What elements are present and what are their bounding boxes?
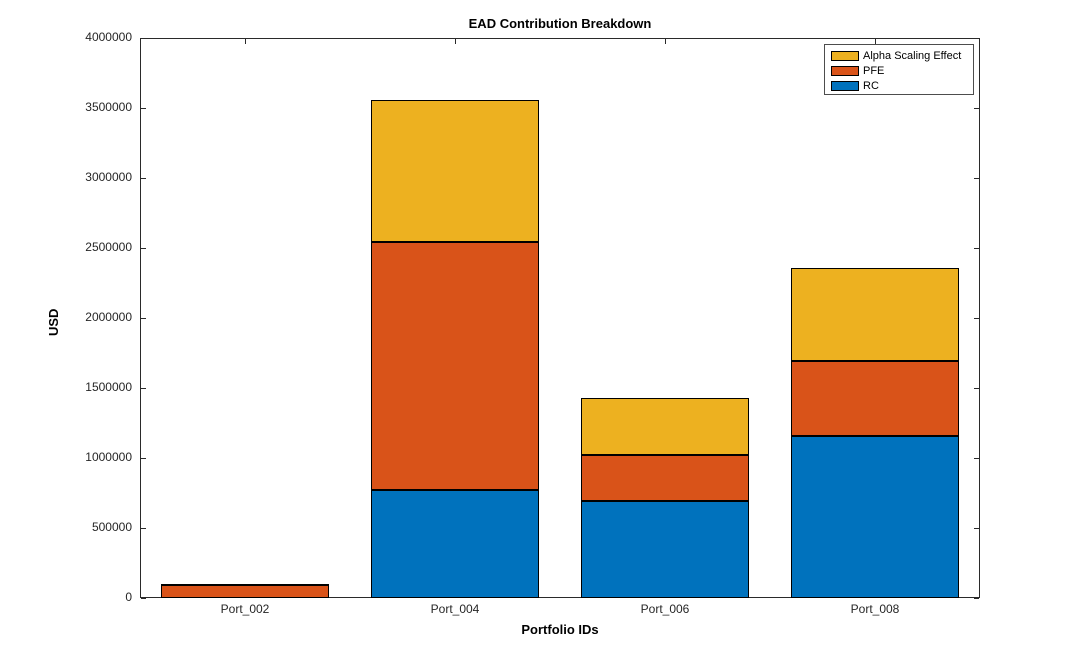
- y-tick-label: 2500000: [62, 240, 132, 254]
- y-tick-label: 1000000: [62, 450, 132, 464]
- y-tick: [974, 108, 979, 109]
- y-tick: [141, 38, 146, 39]
- y-tick: [974, 248, 979, 249]
- y-tick: [141, 388, 146, 389]
- bar-segment: [371, 490, 539, 598]
- y-tick-label: 4000000: [62, 30, 132, 44]
- y-tick: [974, 178, 979, 179]
- y-tick: [974, 388, 979, 389]
- bar-segment: [791, 361, 959, 435]
- y-tick-label: 500000: [62, 520, 132, 534]
- x-tick: [245, 39, 246, 44]
- x-tick-label: Port_008: [770, 602, 980, 616]
- y-tick: [141, 528, 146, 529]
- x-tick: [455, 39, 456, 44]
- legend-label: PFE: [863, 65, 884, 77]
- x-tick-label: Port_006: [560, 602, 770, 616]
- legend-swatch: [831, 81, 859, 91]
- y-tick-label: 2000000: [62, 310, 132, 324]
- bar-segment: [371, 242, 539, 490]
- bar-segment: [161, 584, 329, 586]
- bar-segment: [371, 100, 539, 243]
- y-tick: [141, 318, 146, 319]
- x-tick-label: Port_002: [140, 602, 350, 616]
- bar-segment: [161, 585, 329, 598]
- y-tick-label: 1500000: [62, 380, 132, 394]
- bar-segment: [581, 455, 749, 501]
- bar-segment: [791, 436, 959, 598]
- legend: Alpha Scaling Effect PFE RC: [824, 44, 974, 95]
- y-tick: [974, 38, 979, 39]
- y-axis-label: USD: [46, 309, 61, 336]
- x-axis-label: Portfolio IDs: [140, 622, 980, 637]
- y-tick: [974, 458, 979, 459]
- y-tick-label: 0: [62, 590, 132, 604]
- legend-swatch: [831, 51, 859, 61]
- bar-segment: [581, 501, 749, 598]
- legend-item: PFE: [831, 63, 884, 78]
- legend-item: RC: [831, 78, 879, 93]
- x-tick: [665, 39, 666, 44]
- y-tick: [974, 598, 979, 599]
- bar-segment: [581, 398, 749, 455]
- y-tick-label: 3500000: [62, 100, 132, 114]
- y-tick: [141, 248, 146, 249]
- y-tick: [141, 178, 146, 179]
- y-tick: [141, 108, 146, 109]
- legend-label: RC: [863, 80, 879, 92]
- legend-swatch: [831, 66, 859, 76]
- y-tick: [974, 528, 979, 529]
- y-tick: [974, 318, 979, 319]
- chart-title: EAD Contribution Breakdown: [140, 16, 980, 31]
- figure: EAD Contribution Breakdown USD Portfolio…: [0, 0, 1082, 651]
- y-tick-label: 3000000: [62, 170, 132, 184]
- bar-segment: [791, 268, 959, 362]
- y-tick: [141, 598, 146, 599]
- legend-item: Alpha Scaling Effect: [831, 48, 961, 63]
- y-tick: [141, 458, 146, 459]
- legend-label: Alpha Scaling Effect: [863, 50, 961, 62]
- x-tick-label: Port_004: [350, 602, 560, 616]
